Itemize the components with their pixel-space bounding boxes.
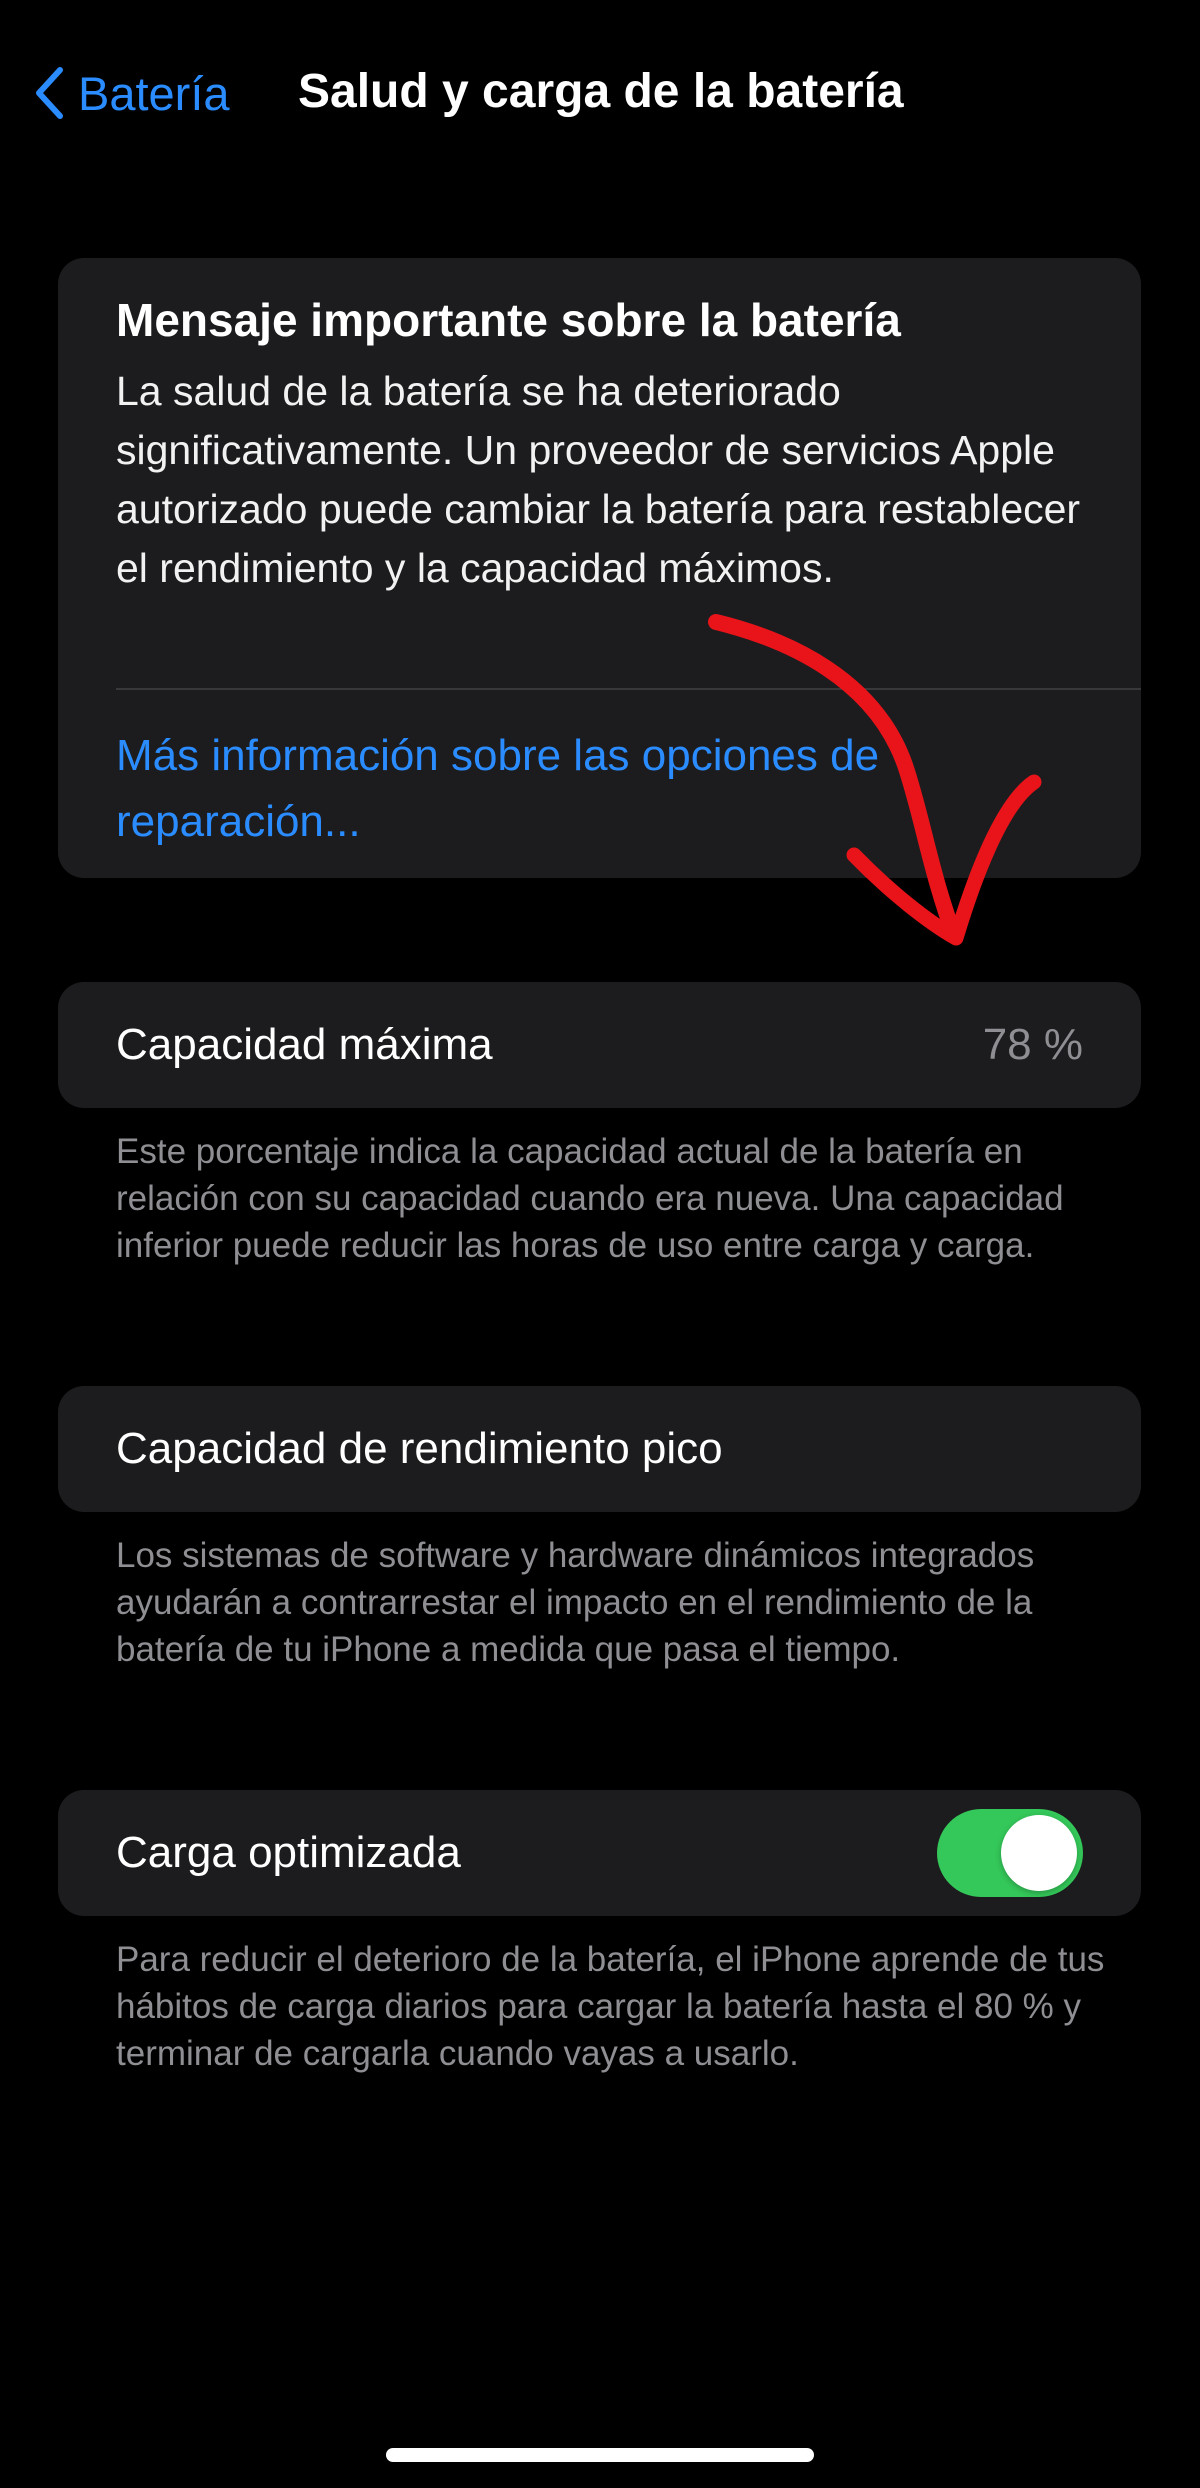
important-battery-message-card: Mensaje importante sobre la batería La s…	[58, 258, 1141, 878]
peak-performance-row: Capacidad de rendimiento pico	[58, 1386, 1141, 1512]
max-capacity-row: Capacidad máxima 78 %	[58, 982, 1141, 1108]
optimized-charging-toggle[interactable]	[937, 1809, 1083, 1897]
peak-performance-label: Capacidad de rendimiento pico	[116, 1424, 723, 1473]
page-title: Salud y carga de la batería	[298, 65, 904, 118]
peak-performance-footnote: Los sistemas de software y hardware diná…	[116, 1536, 1035, 1669]
optimized-charging-row: Carga optimizada	[58, 1790, 1141, 1916]
navigation-bar: Batería Salud y carga de la batería	[0, 0, 1200, 190]
optimized-charging-footnote: Para reducir el deterioro de la batería,…	[116, 1940, 1105, 2073]
toggle-knob	[1001, 1815, 1077, 1891]
optimized-charging-label: Carga optimizada	[116, 1828, 461, 1877]
max-capacity-label: Capacidad máxima	[116, 1020, 493, 1069]
max-capacity-value: 78 %	[982, 1020, 1083, 1069]
message-title: Mensaje importante sobre la batería	[116, 294, 901, 346]
divider	[116, 688, 1141, 690]
home-indicator	[386, 2448, 814, 2462]
message-body: La salud de la batería se ha deteriorado…	[116, 368, 1081, 591]
max-capacity-footnote: Este porcentaje indica la capacidad actu…	[116, 1132, 1064, 1265]
back-button-label: Batería	[78, 66, 230, 120]
chevron-left-icon	[34, 66, 64, 120]
back-button[interactable]: Batería	[34, 58, 230, 128]
repair-options-link[interactable]: Más información sobre las opciones de re…	[116, 723, 1076, 855]
